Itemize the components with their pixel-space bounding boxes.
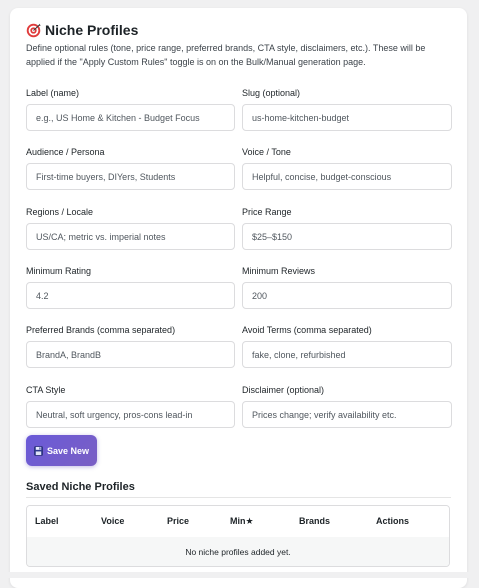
table-header: Label Voice Price Min★ Brands Actions [27, 506, 449, 538]
slug-input[interactable] [242, 104, 452, 131]
regions-input[interactable] [26, 223, 235, 250]
disclaimer-label: Disclaimer (optional) [242, 385, 325, 395]
column-header-price: Price [167, 516, 190, 526]
cta-style-label: CTA Style [26, 385, 66, 395]
audience-input[interactable] [26, 163, 235, 190]
min-rating-input[interactable] [26, 282, 235, 309]
panel-description: Define optional rules (tone, price range… [26, 43, 426, 67]
niche-profiles-panel: Niche Profiles Define optional rules (to… [10, 8, 467, 588]
regions-label: Regions / Locale [26, 207, 94, 217]
preferred-brands-label: Preferred Brands (comma separated) [26, 325, 176, 335]
column-header-voice: Voice [101, 516, 125, 526]
disclaimer-input[interactable] [242, 401, 452, 428]
voice-label: Voice / Tone [242, 147, 291, 157]
audience-label: Audience / Persona [26, 147, 105, 157]
min-rating-label: Minimum Rating [26, 266, 92, 276]
floppy-disk-icon [34, 445, 43, 456]
empty-state-text: No niche profiles added yet. [185, 547, 291, 557]
avoid-terms-input[interactable] [242, 341, 452, 368]
min-reviews-label: Minimum Reviews [242, 266, 316, 276]
label-name-input[interactable] [26, 104, 235, 131]
saved-profiles-table: Label Voice Price Min★ Brands Actions No… [26, 505, 450, 567]
column-header-actions: Actions [376, 516, 410, 526]
slug-label: Slug (optional) [242, 88, 301, 98]
column-header-label: Label [35, 516, 59, 526]
saved-profiles-title: Saved Niche Profiles [26, 481, 135, 493]
section-divider [26, 497, 451, 498]
preferred-brands-input[interactable] [26, 341, 235, 368]
table-row: No niche profiles added yet. [27, 537, 449, 566]
save-new-button[interactable]: Save New [26, 435, 97, 466]
page-bottom-strip [0, 572, 479, 578]
column-header-brands: Brands [299, 516, 331, 526]
price-range-label: Price Range [242, 207, 292, 217]
target-icon [26, 23, 41, 37]
avoid-terms-label: Avoid Terms (comma separated) [242, 325, 372, 335]
price-range-input[interactable] [242, 223, 452, 250]
save-new-label: Save New [46, 445, 90, 456]
voice-input[interactable] [242, 163, 452, 190]
column-header-min-rating: Min★ [230, 516, 254, 526]
label-name-label: Label (name) [26, 88, 80, 98]
panel-title-text: Niche Profiles [45, 22, 139, 38]
min-reviews-input[interactable] [242, 282, 452, 309]
panel-title: Niche Profiles [26, 22, 138, 38]
cta-style-input[interactable] [26, 401, 235, 428]
